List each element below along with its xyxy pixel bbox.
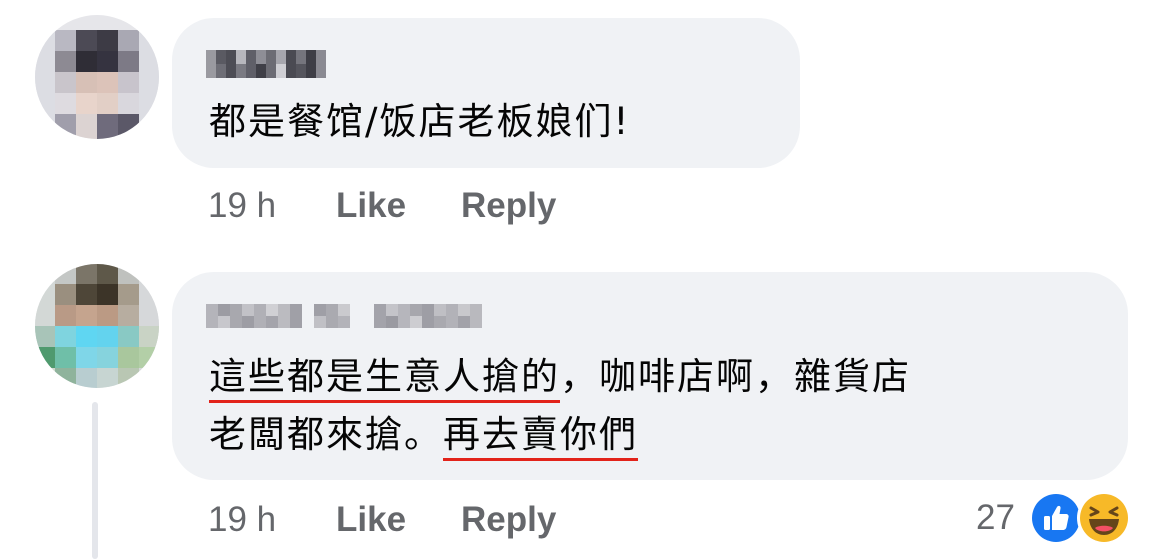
avatar[interactable] [35, 264, 159, 388]
timestamp[interactable]: 19 h [208, 186, 336, 226]
like-button[interactable]: Like [336, 186, 461, 226]
timestamp[interactable]: 19 h [208, 500, 336, 540]
comment-text-line: 老闆都來搶。再去賣你們 [209, 406, 911, 464]
comment-text: 這些都是生意人搶的，咖啡店啊，雜貨店 老闆都來搶。再去賣你們 [209, 348, 911, 464]
comment-bubble: 這些都是生意人搶的，咖啡店啊，雜貨店 老闆都來搶。再去賣你們 [172, 272, 1128, 480]
reply-button[interactable]: Reply [461, 186, 556, 226]
underlined-text: 再去賣你們 [443, 413, 638, 461]
comment-actions: 19 h Like Reply [208, 184, 556, 228]
author-name-pixelated[interactable] [206, 304, 482, 328]
haha-icon [1076, 491, 1131, 545]
author-name-pixelated[interactable] [206, 50, 326, 78]
comment-text-line: 這些都是生意人搶的，咖啡店啊，雜貨店 [209, 348, 911, 406]
avatar[interactable] [35, 15, 159, 139]
comment-bubble: 都是餐馆/饭店老板娘们! [172, 18, 800, 168]
like-icon [1028, 491, 1083, 545]
reaction-count[interactable]: 27 [976, 498, 1015, 538]
reply-thread-line [92, 402, 98, 559]
like-button[interactable]: Like [336, 500, 461, 540]
underlined-text: 這些都是生意人搶的 [209, 355, 560, 403]
comment-actions: 19 h Like Reply [208, 498, 556, 542]
reaction-summary[interactable]: 27 [976, 491, 1131, 545]
comment-text: 都是餐馆/饭店老板娘们! [209, 100, 631, 143]
reply-button[interactable]: Reply [461, 500, 556, 540]
